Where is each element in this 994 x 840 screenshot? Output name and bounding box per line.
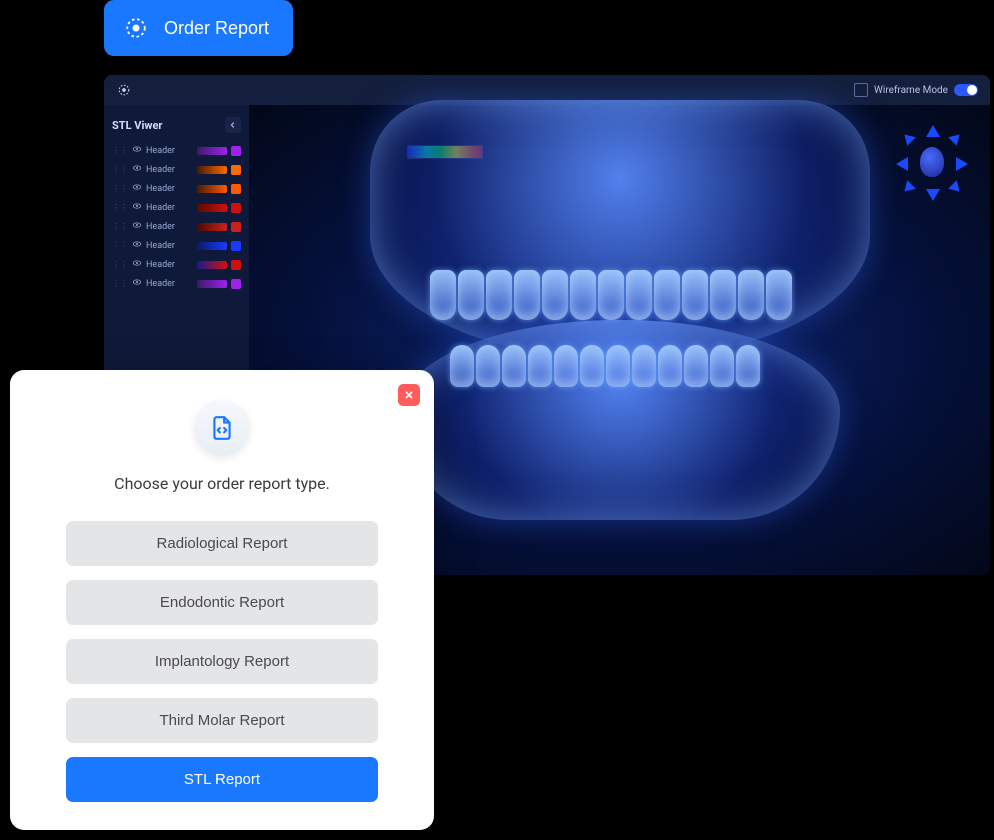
- color-swatch[interactable]: [231, 165, 241, 175]
- gizmo-arrow-left[interactable]: [896, 157, 908, 171]
- layer-name: Header: [146, 260, 193, 270]
- opacity-slider[interactable]: [197, 242, 227, 250]
- gizmo-arrow-up-right[interactable]: [948, 130, 964, 146]
- layer-row[interactable]: ⋮⋮ Header: [110, 255, 243, 274]
- brand-logo-icon: [122, 14, 150, 42]
- visibility-eye-icon[interactable]: [132, 277, 142, 290]
- app-logo-icon: [116, 82, 132, 98]
- layer-row[interactable]: ⋮⋮ Header: [110, 217, 243, 236]
- drag-handle-icon[interactable]: ⋮⋮: [112, 279, 128, 288]
- visibility-eye-icon[interactable]: [132, 220, 142, 233]
- layer-row[interactable]: ⋮⋮ Header: [110, 141, 243, 160]
- gizmo-arrow-down-right[interactable]: [948, 180, 964, 196]
- color-swatch[interactable]: [231, 203, 241, 213]
- report-type-option[interactable]: Endodontic Report: [66, 580, 378, 625]
- opacity-slider[interactable]: [197, 147, 227, 155]
- layer-name: Header: [146, 241, 193, 251]
- drag-handle-icon[interactable]: ⋮⋮: [112, 203, 128, 212]
- gizmo-head-icon: [920, 147, 944, 177]
- toggle-switch[interactable]: [954, 84, 978, 96]
- opacity-slider[interactable]: [197, 185, 227, 193]
- color-swatch[interactable]: [231, 241, 241, 251]
- color-swatch[interactable]: [231, 260, 241, 270]
- drag-handle-icon[interactable]: ⋮⋮: [112, 146, 128, 155]
- color-swatch[interactable]: [231, 222, 241, 232]
- order-report-button[interactable]: Order Report: [104, 0, 293, 56]
- gizmo-arrow-up-left[interactable]: [900, 130, 916, 146]
- modal-prompt: Choose your order report type.: [66, 474, 378, 493]
- drag-handle-icon[interactable]: ⋮⋮: [112, 260, 128, 269]
- sidebar-collapse-button[interactable]: [225, 117, 241, 133]
- opacity-slider[interactable]: [197, 166, 227, 174]
- layer-row[interactable]: ⋮⋮ Header: [110, 160, 243, 179]
- visibility-eye-icon[interactable]: [132, 258, 142, 271]
- wireframe-mode-label: Wireframe Mode: [874, 85, 948, 96]
- report-type-option[interactable]: Third Molar Report: [66, 698, 378, 743]
- report-type-option[interactable]: Radiological Report: [66, 521, 378, 566]
- layer-name: Header: [146, 279, 193, 289]
- visibility-eye-icon[interactable]: [132, 239, 142, 252]
- layer-name: Header: [146, 203, 193, 213]
- layer-row[interactable]: ⋮⋮ Header: [110, 179, 243, 198]
- drag-handle-icon[interactable]: ⋮⋮: [112, 165, 128, 174]
- color-swatch[interactable]: [231, 184, 241, 194]
- drag-handle-icon[interactable]: ⋮⋮: [112, 222, 128, 231]
- color-swatch[interactable]: [231, 279, 241, 289]
- opacity-slider[interactable]: [197, 261, 227, 269]
- gizmo-arrow-down-left[interactable]: [900, 180, 916, 196]
- gizmo-arrow-down[interactable]: [926, 189, 940, 201]
- layer-name: Header: [146, 222, 193, 232]
- opacity-slider[interactable]: [197, 223, 227, 231]
- gizmo-arrow-right[interactable]: [956, 157, 968, 171]
- order-report-label: Order Report: [164, 18, 269, 39]
- modal-close-button[interactable]: [398, 384, 420, 406]
- layer-row[interactable]: ⋮⋮ Header: [110, 198, 243, 217]
- visibility-eye-icon[interactable]: [132, 182, 142, 195]
- document-icon: [194, 400, 250, 456]
- report-type-option[interactable]: STL Report: [66, 757, 378, 802]
- opacity-slider[interactable]: [197, 204, 227, 212]
- sidebar-title-row: STL Viwer: [110, 113, 243, 141]
- visibility-eye-icon[interactable]: [132, 201, 142, 214]
- layer-name: Header: [146, 184, 193, 194]
- layer-name: Header: [146, 146, 193, 156]
- wireframe-mode-toggle[interactable]: Wireframe Mode: [854, 83, 978, 97]
- layer-row[interactable]: ⋮⋮ Header: [110, 236, 243, 255]
- order-report-modal: Choose your order report type. Radiologi…: [10, 370, 434, 830]
- orientation-gizmo[interactable]: [892, 123, 972, 203]
- drag-handle-icon[interactable]: ⋮⋮: [112, 241, 128, 250]
- visibility-eye-icon[interactable]: [132, 144, 142, 157]
- drag-handle-icon[interactable]: ⋮⋮: [112, 184, 128, 193]
- gizmo-arrow-up[interactable]: [926, 125, 940, 137]
- visibility-eye-icon[interactable]: [132, 163, 142, 176]
- layer-row[interactable]: ⋮⋮ Header: [110, 274, 243, 293]
- report-type-option[interactable]: Implantology Report: [66, 639, 378, 684]
- opacity-slider[interactable]: [197, 280, 227, 288]
- color-swatch[interactable]: [231, 146, 241, 156]
- wireframe-icon: [854, 83, 868, 97]
- layer-name: Header: [146, 165, 193, 175]
- sidebar-title: STL Viwer: [112, 119, 162, 132]
